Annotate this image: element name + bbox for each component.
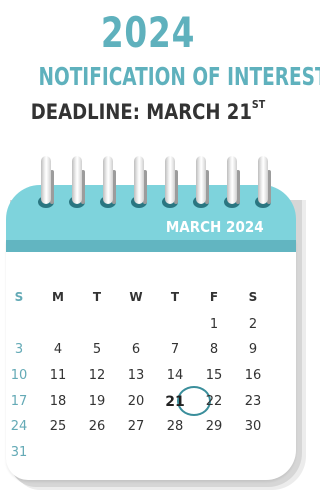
calendar-day: 1 — [209, 317, 219, 332]
calendar-day: 26 — [88, 419, 106, 434]
ring-wire — [196, 156, 206, 204]
ring-wire — [258, 156, 268, 204]
calendar-day: 14 — [166, 368, 184, 383]
ring-wire — [41, 156, 51, 204]
day-name: T — [92, 290, 102, 304]
day-name: F — [209, 290, 219, 304]
ring-wire — [72, 156, 82, 204]
calendar-day: 5 — [92, 342, 102, 357]
calendar-day: 17 — [10, 394, 28, 409]
day-name: S — [14, 290, 24, 304]
calendar-day: 24 — [10, 419, 28, 434]
day-name: M — [52, 290, 64, 304]
calendar-day: 10 — [10, 368, 28, 383]
binder-ring — [162, 156, 178, 208]
calendar-day: 6 — [131, 342, 141, 357]
calendar-day: 3 — [14, 342, 24, 357]
binder-ring — [255, 156, 271, 208]
calendar-day: 13 — [127, 368, 145, 383]
binder-ring — [193, 156, 209, 208]
calendar-day: 9 — [248, 342, 258, 357]
calendar-day: 22 — [205, 394, 223, 409]
month-label: MARCH 2024 — [166, 218, 264, 236]
deadline-day: 21 — [165, 394, 185, 410]
calendar-day: 11 — [49, 368, 67, 383]
day-name: T — [170, 290, 180, 304]
ring-wire — [103, 156, 113, 204]
calendar-day: 19 — [88, 394, 106, 409]
day-name: S — [248, 290, 258, 304]
calendar-day: 15 — [205, 368, 223, 383]
ring-wire — [134, 156, 144, 204]
calendar-day: 12 — [88, 368, 106, 383]
calendar-day: 28 — [166, 419, 184, 434]
calendar-day: 7 — [170, 342, 180, 357]
binder-ring — [224, 156, 240, 208]
binder-ring — [69, 156, 85, 208]
calendar-day: 20 — [127, 394, 145, 409]
ring-wire — [227, 156, 237, 204]
calendar-day: 23 — [244, 394, 262, 409]
ring-wire — [165, 156, 175, 204]
year-title: 2024 — [100, 8, 196, 57]
calendar-day: 8 — [209, 342, 219, 357]
calendar-page — [6, 240, 296, 480]
deadline-text: DEADLINE: MARCH 21ST — [21, 98, 276, 124]
calendar-day: 2 — [248, 317, 258, 332]
calendar-day: 30 — [244, 419, 262, 434]
day-name: W — [129, 290, 143, 304]
calendar-day: 31 — [10, 445, 28, 460]
notification-title: NOTIFICATION OF INTEREST — [38, 62, 320, 91]
deadline-suffix: ST — [251, 98, 266, 111]
calendar-day: 4 — [53, 342, 63, 357]
calendar-day: 29 — [205, 419, 223, 434]
binder-ring — [131, 156, 147, 208]
calendar-header-stripe — [6, 240, 296, 252]
binder-ring — [100, 156, 116, 208]
binder-ring — [38, 156, 54, 208]
calendar-day: 27 — [127, 419, 145, 434]
deadline-label: DEADLINE: MARCH 21 — [30, 100, 252, 124]
calendar-day: 16 — [244, 368, 262, 383]
calendar-day: 18 — [49, 394, 67, 409]
calendar-day: 25 — [49, 419, 67, 434]
